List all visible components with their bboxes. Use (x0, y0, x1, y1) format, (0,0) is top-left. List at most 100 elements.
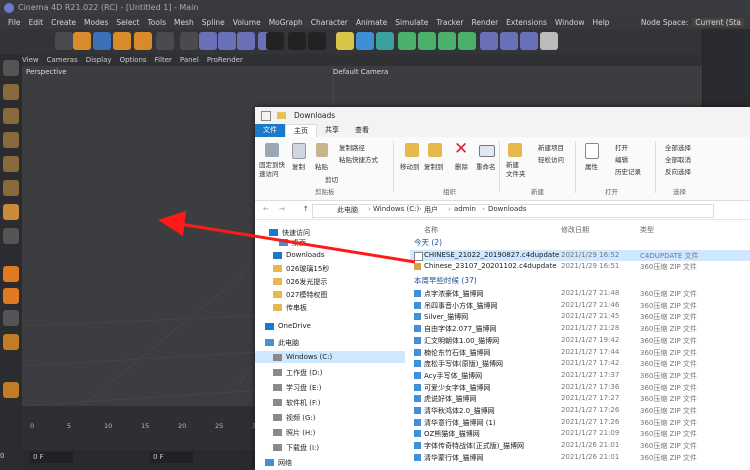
tab-home[interactable]: 主页 (285, 123, 317, 138)
file-row[interactable]: 庞松手写体(原版)_猫博网 2021/1/27 17:42 360压缩 ZIP 文件 (410, 358, 750, 369)
properties-button[interactable]: 属性 (585, 161, 598, 171)
view-menu-display[interactable]: Display (86, 56, 112, 64)
up-icon[interactable]: ↑ (303, 205, 309, 213)
file-row[interactable]: 汇文明朝体1.00_猫博网 2021/1/27 19:42 360压缩 ZIP 文件 (410, 335, 750, 346)
nav-item[interactable]: 照片 (H:) (286, 428, 315, 438)
view-menu-options[interactable]: Options (120, 56, 147, 64)
points-mode-icon[interactable] (3, 132, 19, 148)
axis-icon[interactable] (3, 204, 19, 220)
tab-file[interactable]: 文件 (255, 124, 285, 137)
menu-edit[interactable]: Edit (29, 18, 44, 27)
nav-item[interactable]: 桌面 (292, 238, 306, 248)
history-button[interactable]: 历史记录 (615, 166, 641, 176)
file-row[interactable]: CHINESE_21022_20190827.c4dupdate 2021/1/2… (410, 250, 750, 261)
menu-help[interactable]: Help (592, 18, 609, 27)
render-view-icon[interactable] (266, 32, 284, 50)
invert-selection-button[interactable]: 反向选择 (665, 166, 691, 176)
easy-access-button[interactable]: 轻松访问 (538, 154, 564, 164)
tab-share[interactable]: 共享 (317, 124, 347, 137)
nav-item[interactable]: 027模特权图 (286, 290, 327, 300)
group-header[interactable]: 本周早些时候 (37) (414, 275, 477, 286)
deformer-icon[interactable] (438, 32, 456, 50)
nav-item[interactable]: 视频 (G:) (286, 413, 315, 423)
file-row[interactable]: 清华蒙行体_猫博网 2021/1/26 21:01 360压缩 ZIP 文件 (410, 452, 750, 463)
workplane-icon[interactable] (3, 310, 19, 326)
pin-icon[interactable] (265, 143, 279, 157)
file-row[interactable]: OZ熊猫体_猫博网 2021/1/27 21:09 360压缩 ZIP 文件 (410, 428, 750, 439)
environment-icon[interactable] (458, 32, 476, 50)
move-icon[interactable] (73, 32, 91, 50)
view-menu-view[interactable]: View (22, 56, 39, 64)
new-folder-button[interactable]: 新建 文件夹 (506, 161, 526, 179)
new-item-button[interactable]: 新建项目 (538, 142, 564, 152)
edit-button[interactable]: 编辑 (615, 154, 628, 164)
light-icon[interactable] (336, 32, 354, 50)
menu-select[interactable]: Select (116, 18, 139, 27)
scene-icon[interactable] (500, 32, 518, 50)
menu-mograph[interactable]: MoGraph (269, 18, 303, 27)
copy-path-button[interactable]: 复制路径 (339, 142, 365, 152)
menu-modes[interactable]: Modes (84, 18, 108, 27)
rotate-icon[interactable] (113, 32, 131, 50)
select-none-button[interactable]: 全部取消 (665, 154, 691, 164)
file-row[interactable]: 楠伦东竹石体_猫博网 2021/1/27 17:44 360压缩 ZIP 文件 (410, 347, 750, 358)
menu-spline[interactable]: Spline (202, 18, 225, 27)
breadcrumb-2[interactable]: 用户 (424, 205, 438, 215)
file-row[interactable]: Acy手写体_猫博网 2021/1/27 17:37 360压缩 ZIP 文件 (410, 370, 750, 381)
copy-icon[interactable] (292, 143, 306, 159)
camera-icon[interactable] (480, 32, 498, 50)
paste-shortcut-button[interactable]: 粘贴快捷方式 (339, 154, 378, 164)
open-button[interactable]: 打开 (615, 142, 628, 152)
rename-button[interactable]: 重命名 (476, 161, 496, 171)
menu-volume[interactable]: Volume (233, 18, 261, 27)
undo-icon[interactable] (55, 32, 73, 50)
file-row[interactable]: 虎说好体_猫博网 2021/1/27 17:27 360压缩 ZIP 文件 (410, 393, 750, 404)
lock-icon[interactable] (3, 382, 19, 398)
solo-icon[interactable] (3, 266, 19, 282)
nav-item[interactable]: Downloads (286, 251, 324, 259)
paste-icon[interactable] (316, 143, 328, 157)
subdivision-icon[interactable] (398, 32, 416, 50)
breadcrumb-4[interactable]: Downloads (488, 205, 526, 213)
x-axis-icon[interactable] (199, 32, 217, 50)
cut-button[interactable]: 剪切 (325, 174, 338, 184)
nav-item[interactable]: 网络 (278, 458, 292, 468)
nav-item[interactable]: 此电脑 (278, 338, 299, 348)
delete-button[interactable]: 删除 (455, 161, 468, 171)
rename-icon[interactable] (479, 145, 495, 157)
model-mode-icon[interactable] (3, 84, 19, 100)
cube-icon[interactable] (356, 32, 374, 50)
column-type[interactable]: 类型 (640, 225, 654, 235)
copy-to-icon[interactable] (428, 143, 442, 157)
paste-button[interactable]: 粘贴 (315, 161, 328, 171)
view-menu-panel[interactable]: Panel (180, 56, 199, 64)
menu-render[interactable]: Render (471, 18, 498, 27)
breadcrumb-0[interactable]: 此电脑 (337, 205, 358, 215)
menu-simulate[interactable]: Simulate (395, 18, 428, 27)
view-menu-cameras[interactable]: Cameras (47, 56, 78, 64)
nav-item[interactable]: 学习盘 (E:) (286, 383, 321, 393)
render-settings-icon[interactable] (308, 32, 326, 50)
select-all-button[interactable]: 全部选择 (665, 142, 691, 152)
properties-icon[interactable] (585, 143, 599, 159)
help-icon[interactable] (540, 32, 558, 50)
edges-mode-icon[interactable] (3, 156, 19, 172)
view-menu-prorender[interactable]: ProRender (207, 56, 243, 64)
nav-item[interactable]: OneDrive (278, 322, 311, 330)
column-name[interactable]: 名称 (424, 225, 438, 235)
nav-item[interactable]: 软件机 (F:) (286, 398, 321, 408)
breadcrumb-1[interactable]: Windows (C:) (373, 205, 419, 213)
node-space[interactable]: Node Space: Current (Sta (641, 15, 744, 29)
quick-access-icon[interactable] (261, 110, 271, 121)
file-row[interactable]: 字体传奇特战体(正式版)_猫博网 2021/1/26 21:01 360压缩 ZIP… (410, 440, 750, 451)
nav-item[interactable]: 工作盘 (D:) (286, 368, 322, 378)
render-icon[interactable] (288, 32, 306, 50)
file-row[interactable]: 点字浓豪体_猫博网 2021/1/27 21:48 360压缩 ZIP 文件 (410, 288, 750, 299)
frame-field-start[interactable]: 0 F (30, 452, 73, 463)
last-tool-icon[interactable] (156, 32, 174, 50)
menu-file[interactable]: File (8, 18, 21, 27)
back-icon[interactable]: ← (263, 205, 269, 213)
file-row[interactable]: 清华意行体_猫博网 (1) 2021/1/27 17:26 360压缩 ZIP 文件 (410, 417, 750, 428)
light-bulb-icon[interactable] (520, 32, 538, 50)
move-to-icon[interactable] (405, 143, 419, 157)
